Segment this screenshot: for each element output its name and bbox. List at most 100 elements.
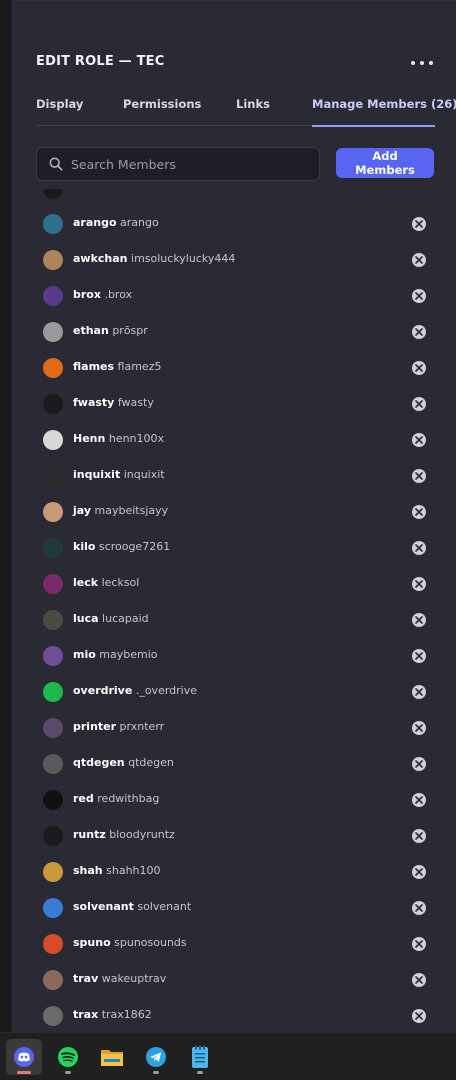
- remove-member-icon[interactable]: [412, 577, 426, 591]
- taskbar-discord-button[interactable]: [6, 1039, 42, 1075]
- remove-member-icon[interactable]: [412, 685, 426, 699]
- member-display-name: luca: [73, 612, 99, 625]
- member-row[interactable]: printer prxnterr: [13, 712, 456, 748]
- member-name: Henn henn100x: [73, 432, 164, 445]
- member-row[interactable]: overdrive ._overdrive: [13, 676, 456, 712]
- more-options-icon[interactable]: [411, 56, 433, 70]
- member-display-name: trav: [73, 972, 99, 985]
- remove-member-icon[interactable]: [412, 721, 426, 735]
- avatar: [43, 250, 63, 270]
- member-username: maybemio: [99, 648, 158, 661]
- member-display-name: leck: [73, 576, 99, 589]
- member-row[interactable]: spuno spunosounds: [13, 928, 456, 964]
- taskbar-spotify-button[interactable]: [50, 1039, 86, 1075]
- member-row[interactable]: awkchan imsoluckylucky444: [13, 244, 456, 280]
- add-members-button[interactable]: Add Members: [336, 148, 434, 178]
- member-row[interactable]: leck lecksol: [13, 568, 456, 604]
- member-username: scrooge7261: [98, 540, 171, 553]
- remove-member-icon[interactable]: [412, 541, 426, 555]
- member-display-name: runtz: [73, 828, 106, 841]
- taskbar-notepad-button[interactable]: [182, 1039, 218, 1075]
- remove-member-icon[interactable]: [412, 397, 426, 411]
- avatar: [43, 538, 63, 558]
- member-row[interactable]: Henn henn100x: [13, 424, 456, 460]
- remove-member-icon[interactable]: [412, 865, 426, 879]
- search-input[interactable]: [71, 148, 311, 180]
- member-row[interactable]: jay maybeitsjayy: [13, 496, 456, 532]
- tab-permissions[interactable]: Permissions: [123, 97, 201, 111]
- member-display-name: ethan: [73, 324, 109, 337]
- member-row[interactable]: brox .brox: [13, 280, 456, 316]
- member-row[interactable]: mio maybemio: [13, 640, 456, 676]
- member-username: bloodyruntz: [109, 828, 175, 841]
- remove-member-icon[interactable]: [412, 901, 426, 915]
- member-name: awkchan imsoluckylucky444: [73, 252, 235, 265]
- avatar: [43, 189, 63, 199]
- member-display-name: Henn: [73, 432, 106, 445]
- tab-manage-members[interactable]: Manage Members (26): [312, 97, 456, 111]
- page-title: EDIT ROLE — TEC: [36, 54, 165, 69]
- taskbar-file-explorer-button[interactable]: [94, 1039, 130, 1075]
- member-username: arango: [120, 216, 159, 229]
- member-name: trax trax1862: [73, 1008, 152, 1021]
- remove-member-icon[interactable]: [412, 757, 426, 771]
- member-row[interactable]: runtz bloodyruntz: [13, 820, 456, 856]
- member-name: solvenant solvenant: [73, 900, 191, 913]
- member-row[interactable]: trav wakeuptrav: [13, 964, 456, 1000]
- member-display-name: arango: [73, 216, 117, 229]
- member-display-name: brox: [73, 288, 101, 301]
- remove-member-icon[interactable]: [412, 1009, 426, 1023]
- member-row[interactable]: flames flamez5: [13, 352, 456, 388]
- member-row[interactable]: arango arango: [13, 208, 456, 244]
- remove-member-icon[interactable]: [412, 253, 426, 267]
- running-indicator: [17, 1071, 31, 1074]
- member-display-name: spuno: [73, 936, 111, 949]
- remove-member-icon[interactable]: [412, 613, 426, 627]
- remove-member-icon[interactable]: [412, 433, 426, 447]
- remove-member-icon[interactable]: [412, 217, 426, 231]
- member-row[interactable]: luca lucapaid: [13, 604, 456, 640]
- member-username: lecksol: [101, 576, 140, 589]
- member-display-name: kilo: [73, 540, 96, 553]
- remove-member-icon[interactable]: [412, 829, 426, 843]
- member-username: wakeuptrav: [101, 972, 167, 985]
- member-name: leck lecksol: [73, 576, 139, 589]
- member-row[interactable]: ethan prōspr: [13, 316, 456, 352]
- taskbar-telegram-button[interactable]: [138, 1039, 174, 1075]
- member-username: redwithbag: [97, 792, 160, 805]
- member-row[interactable]: qtdegen qtdegen: [13, 748, 456, 784]
- remove-member-icon[interactable]: [412, 973, 426, 987]
- discord-icon: [13, 1046, 35, 1068]
- member-username: solvenant: [137, 900, 192, 913]
- notepad-icon: [190, 1045, 210, 1069]
- member-row[interactable]: trax trax1862: [13, 1000, 456, 1033]
- member-name: trav wakeuptrav: [73, 972, 166, 985]
- remove-member-icon[interactable]: [412, 469, 426, 483]
- member-row[interactable]: fwasty fwasty: [13, 388, 456, 424]
- member-row[interactable]: inquixit inquixit: [13, 460, 456, 496]
- member-row[interactable]: solvenant solvenant: [13, 892, 456, 928]
- remove-member-icon[interactable]: [412, 361, 426, 375]
- member-name: luca lucapaid: [73, 612, 149, 625]
- running-indicator: [153, 1071, 159, 1074]
- tab-display[interactable]: Display: [36, 97, 83, 111]
- member-row[interactable]: kilo scrooge7261: [13, 532, 456, 568]
- member-username: qtdegen: [128, 756, 174, 769]
- member-username: spunosounds: [114, 936, 187, 949]
- remove-member-icon[interactable]: [412, 937, 426, 951]
- member-display-name: shah: [73, 864, 103, 877]
- remove-member-icon[interactable]: [412, 649, 426, 663]
- member-display-name: red: [73, 792, 94, 805]
- member-name: fwasty fwasty: [73, 396, 154, 409]
- member-row[interactable]: red redwithbag: [13, 784, 456, 820]
- member-display-name: inquixit: [73, 468, 121, 481]
- remove-member-icon[interactable]: [412, 289, 426, 303]
- remove-member-icon[interactable]: [412, 325, 426, 339]
- avatar: [43, 862, 63, 882]
- search-icon: [49, 157, 63, 171]
- member-row[interactable]: shah shahh100: [13, 856, 456, 892]
- remove-member-icon[interactable]: [412, 505, 426, 519]
- member-name: mio maybemio: [73, 648, 158, 661]
- tab-links[interactable]: Links: [236, 97, 270, 111]
- remove-member-icon[interactable]: [412, 793, 426, 807]
